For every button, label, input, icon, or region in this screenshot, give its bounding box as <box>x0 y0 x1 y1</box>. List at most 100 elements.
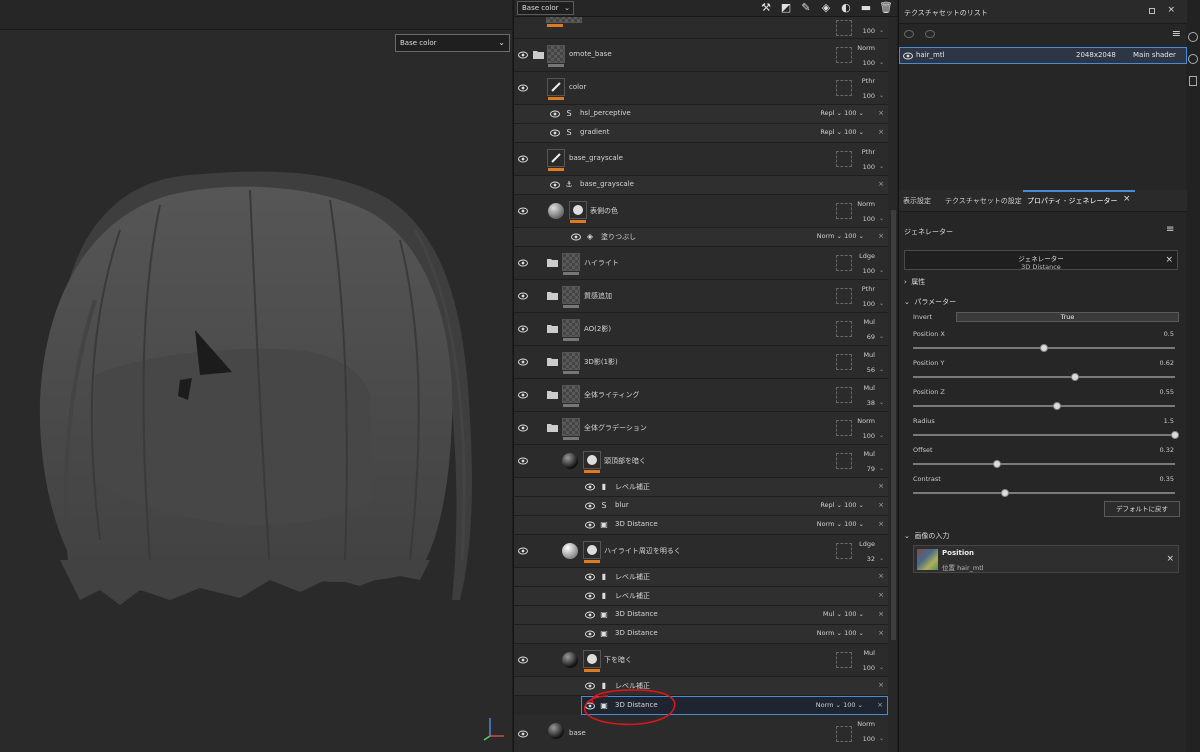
close-icon[interactable]: × <box>1165 255 1173 265</box>
layer-opacity[interactable]: 69 <box>867 333 875 341</box>
blend-mode[interactable]: Repl <box>820 128 834 136</box>
blend-mode[interactable]: Norm <box>817 232 835 240</box>
log-icon[interactable] <box>1189 76 1197 86</box>
param-value[interactable]: 0.5 <box>1164 330 1174 338</box>
trash-icon[interactable]: 🗑 <box>879 1 893 15</box>
close-icon[interactable]: × <box>878 629 884 637</box>
eye-icon[interactable] <box>518 51 528 59</box>
layer-opacity[interactable]: 38 <box>867 399 875 407</box>
eye-icon[interactable] <box>518 259 528 267</box>
effect-opacity[interactable]: 100 <box>844 610 856 618</box>
filter-row[interactable]: S hsl_perceptive Repl ⌄ 100 ⌄ × <box>514 105 888 124</box>
effect-opacity[interactable]: 100 <box>843 701 855 709</box>
layer-opacity[interactable]: 100 <box>863 215 875 223</box>
layer-opacity[interactable]: 79 <box>867 465 875 473</box>
effect-opacity[interactable]: 100 <box>844 501 856 509</box>
chevron-down-icon[interactable]: ⌄ <box>879 735 884 742</box>
filter-opacity[interactable]: 100 <box>844 109 856 117</box>
eye-icon[interactable] <box>518 391 528 399</box>
param-slider[interactable] <box>913 431 1179 439</box>
eye-icon[interactable] <box>518 656 528 664</box>
close-icon[interactable]: × <box>1166 554 1174 564</box>
layer-row-fill[interactable]: 下を暗く Mul 100 ⌄ <box>514 644 888 677</box>
link-icon[interactable] <box>904 30 914 38</box>
attributes-section[interactable]: › 属性 <box>904 277 925 287</box>
eye-icon[interactable] <box>585 573 595 581</box>
3d-viewport[interactable]: Base color ⌄ <box>0 0 512 752</box>
eye-icon[interactable] <box>585 611 595 619</box>
close-icon[interactable]: × <box>878 482 884 490</box>
layer-row-fill[interactable]: ハイライト周辺を明るく Ldge 32 ⌄ <box>514 535 888 568</box>
blend-mode[interactable]: Pthr <box>862 148 875 156</box>
layer-opacity[interactable]: 100 <box>863 92 875 100</box>
layer-scrollbar[interactable] <box>891 210 896 640</box>
param-value[interactable]: 0.55 <box>1160 388 1174 396</box>
generator-selector[interactable]: ジェネレーター 3D Distance × <box>904 250 1178 271</box>
layer-row-folder[interactable]: ハイライト Ldge 100 ⌄ <box>514 247 888 280</box>
eye-icon[interactable] <box>518 207 528 215</box>
blend-mode[interactable]: Norm <box>857 720 875 728</box>
mask-effect-row[interactable]: ▮ レベル補正 × <box>514 677 888 696</box>
menu-icon[interactable]: ≡ <box>1166 224 1174 235</box>
param-value[interactable]: 0.62 <box>1160 359 1174 367</box>
close-icon[interactable]: × <box>878 572 884 580</box>
layer-opacity[interactable]: 100 <box>863 735 875 743</box>
tab-display-settings[interactable]: 表示設定 <box>903 196 931 206</box>
close-icon[interactable]: × <box>878 610 884 618</box>
eye-icon[interactable] <box>585 521 595 529</box>
effects-icon[interactable]: ◐ <box>839 1 853 15</box>
eye-icon[interactable] <box>585 592 595 600</box>
blend-mode[interactable]: Norm <box>817 520 835 528</box>
layer-opacity[interactable]: 100 <box>863 432 875 440</box>
layer-opacity[interactable]: 100 <box>863 163 875 171</box>
chevron-down-icon[interactable]: ⌄ <box>879 333 884 340</box>
slider-knob[interactable] <box>992 460 1001 468</box>
mask-effect-row[interactable]: ▣ 3D Distance Norm ⌄ 100 ⌄ × <box>514 625 888 644</box>
chevron-down-icon[interactable]: ⌄ <box>879 366 884 373</box>
blend-mode[interactable]: Pthr <box>862 285 875 293</box>
blend-mode[interactable]: Norm <box>817 629 835 637</box>
close-icon[interactable]: × <box>877 701 883 709</box>
layer-opacity[interactable]: 100 <box>863 59 875 67</box>
param-slider[interactable] <box>913 344 1175 352</box>
layer-channel-select[interactable]: Base color ⌄ <box>517 1 574 15</box>
tab-texture-set-settings[interactable]: テクスチャセットの設定 <box>945 196 1022 206</box>
blend-mode[interactable]: Norm <box>857 200 875 208</box>
close-icon[interactable]: × <box>1123 194 1131 204</box>
blend-mode[interactable]: Norm <box>857 417 875 425</box>
close-icon[interactable]: × <box>878 128 884 136</box>
blend-mode[interactable]: Mul <box>863 384 875 392</box>
eye-icon[interactable] <box>585 483 595 491</box>
layer-opacity[interactable]: 100 <box>863 27 875 35</box>
eye-icon[interactable] <box>518 730 528 738</box>
chevron-down-icon[interactable]: ⌄ <box>879 300 884 307</box>
layer-row-folder[interactable]: 3D影(1影) Mul 56 ⌄ <box>514 346 888 379</box>
param-slider[interactable] <box>913 489 1175 497</box>
eye-icon[interactable] <box>903 52 913 60</box>
menu-icon[interactable]: ≡ <box>1172 27 1181 40</box>
blend-mode[interactable]: Pthr <box>862 77 875 85</box>
eye-icon[interactable] <box>571 233 581 241</box>
layer-row-paint[interactable]: base_grayscale Pthr 100 ⌄ <box>514 143 888 176</box>
layer-row-folder[interactable]: omote_base Norm 100 ⌄ <box>514 39 888 72</box>
param-value[interactable]: 0.32 <box>1160 446 1174 454</box>
chevron-down-icon[interactable]: ⌄ <box>879 664 884 671</box>
tab-properties-generator[interactable]: プロパティ - ジェネレーター <box>1027 196 1118 206</box>
blend-mode[interactable]: Mul <box>863 450 875 458</box>
layer-row-fill[interactable]: base Norm 100 ⌄ <box>514 715 888 752</box>
image-input-slot[interactable]: Position 位置 hair_mtl × <box>913 545 1179 573</box>
parameters-section[interactable]: ⌄ パラメーター <box>904 297 956 307</box>
blend-mode[interactable]: Mul <box>863 318 875 326</box>
chevron-down-icon[interactable]: ⌄ <box>879 27 884 34</box>
chevron-down-icon[interactable]: ⌄ <box>879 432 884 439</box>
mask-effect-row[interactable]: ▣ 3D Distance Mul ⌄ 100 ⌄ × <box>514 606 888 625</box>
param-value[interactable]: 0.35 <box>1160 475 1174 483</box>
layer-opacity[interactable]: 56 <box>867 366 875 374</box>
eye-icon[interactable] <box>518 424 528 432</box>
filter-row[interactable]: S gradient Repl ⌄ 100 ⌄ × <box>514 124 888 143</box>
texture-set-item[interactable]: hair_mtl 2048x2048 Main shader <box>899 47 1187 64</box>
eye-icon[interactable] <box>518 325 528 333</box>
layer-row-folder[interactable]: 全体グラデーション Norm 100 ⌄ <box>514 412 888 445</box>
eye-icon[interactable] <box>550 181 560 189</box>
fill-icon[interactable]: ◈ <box>819 1 833 15</box>
